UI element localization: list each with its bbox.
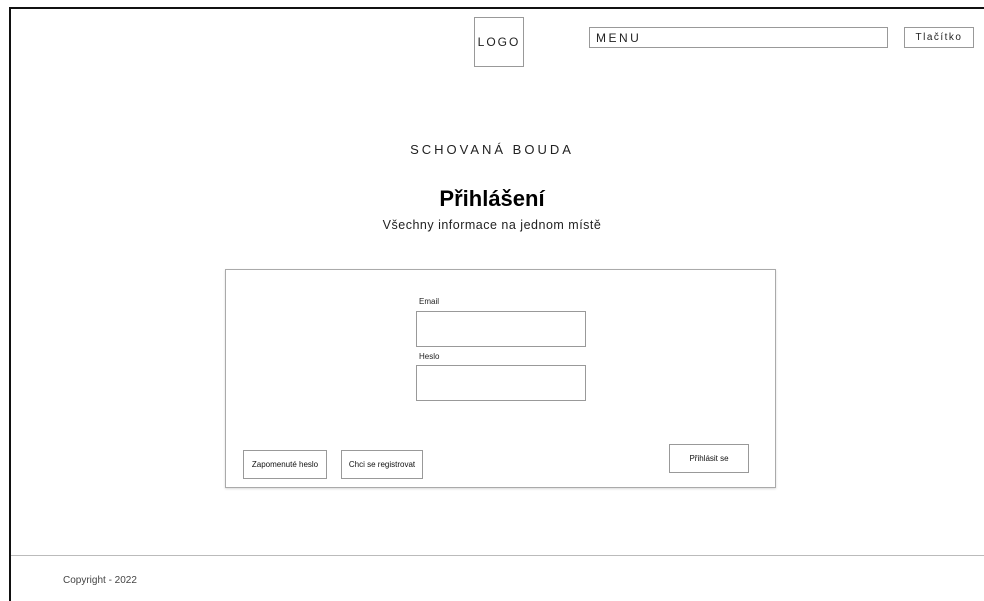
- forgot-password-button[interactable]: Zapomenuté heslo: [243, 450, 327, 479]
- footer-divider: [11, 555, 984, 556]
- register-button[interactable]: Chci se registrovat: [341, 450, 423, 479]
- copyright-text: Copyright - 2022: [63, 575, 137, 586]
- logo[interactable]: LOGO: [474, 17, 524, 67]
- register-label: Chci se registrovat: [348, 460, 416, 469]
- forgot-password-label: Zapomenuté heslo: [251, 460, 319, 469]
- password-label: Heslo: [419, 352, 440, 361]
- login-button[interactable]: Přihlásit se: [669, 444, 749, 473]
- header-button[interactable]: Tlačítko: [904, 27, 974, 48]
- page-subtitle: Všechny informace na jednom místě: [382, 218, 602, 232]
- page-title: Přihlášení: [439, 186, 545, 211]
- password-field[interactable]: [416, 365, 586, 401]
- email-field[interactable]: [416, 311, 586, 347]
- header-button-label: Tlačítko: [915, 32, 963, 43]
- logo-label: LOGO: [477, 35, 521, 49]
- login-card: Email Heslo Zapomenuté heslo Chci se reg…: [225, 269, 776, 488]
- email-label: Email: [419, 297, 440, 306]
- site-name: SCHOVANÁ BOUDA: [410, 142, 574, 157]
- main-menu[interactable]: MENU: [589, 27, 888, 48]
- menu-label: MENU: [596, 31, 642, 45]
- login-button-label: Přihlásit se: [689, 454, 729, 463]
